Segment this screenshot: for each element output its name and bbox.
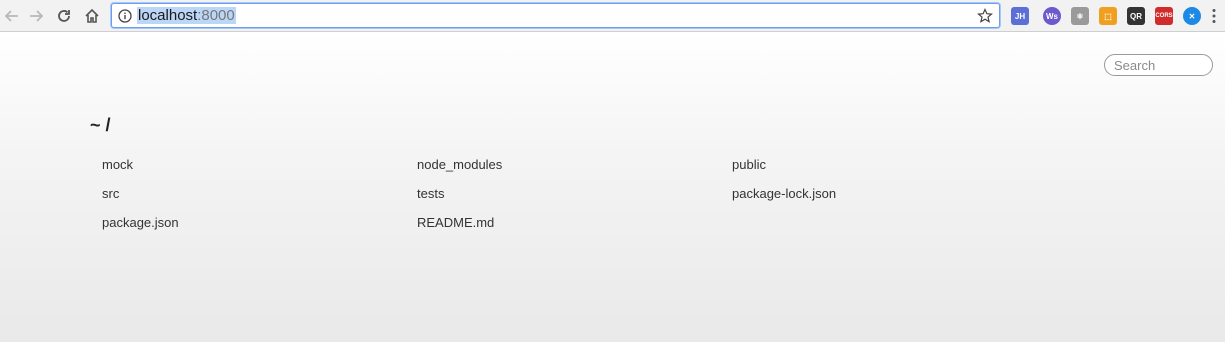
directory-listing-page: ~ / mock node_modules public src tests packag… <box>0 33 1225 342</box>
cors-extension-icon[interactable]: CORS <box>1155 7 1173 25</box>
file-link[interactable]: README.md <box>417 215 494 231</box>
close-circle-extension-icon[interactable]: ✕ <box>1183 7 1201 25</box>
page-title: ~ / <box>90 115 111 135</box>
file-link[interactable]: package-lock.json <box>732 186 836 202</box>
jh-extension-icon[interactable]: JH <box>1011 7 1029 25</box>
url-host: localhost <box>138 7 198 24</box>
file-link[interactable]: node_modules <box>417 157 502 173</box>
address-url[interactable]: localhost:8000 <box>137 7 236 24</box>
url-port: :8000 <box>197 7 235 24</box>
forward-arrow-icon[interactable] <box>26 6 46 26</box>
home-icon[interactable] <box>82 6 102 26</box>
menu-dots-icon[interactable] <box>1211 8 1217 24</box>
file-link[interactable]: src <box>102 186 119 202</box>
reload-icon[interactable] <box>54 6 74 26</box>
back-arrow-icon[interactable] <box>2 6 22 26</box>
browser-toolbar: localhost:8000 JH Ws ⚛ ⬚ QR CORS ✕ <box>0 0 1225 32</box>
box-extension-icon[interactable]: ⬚ <box>1099 7 1117 25</box>
info-icon[interactable] <box>118 9 132 23</box>
qr-code-icon[interactable]: QR <box>1127 7 1145 25</box>
search-input[interactable] <box>1104 54 1213 76</box>
address-bar[interactable]: localhost:8000 <box>111 3 1000 28</box>
star-icon[interactable] <box>977 8 993 24</box>
file-link[interactable]: public <box>732 157 766 173</box>
file-link[interactable]: package.json <box>102 215 179 231</box>
ws-extension-icon[interactable]: Ws <box>1043 7 1061 25</box>
file-link[interactable]: mock <box>102 157 133 173</box>
react-devtools-icon[interactable]: ⚛ <box>1071 7 1089 25</box>
file-link[interactable]: tests <box>417 186 444 202</box>
